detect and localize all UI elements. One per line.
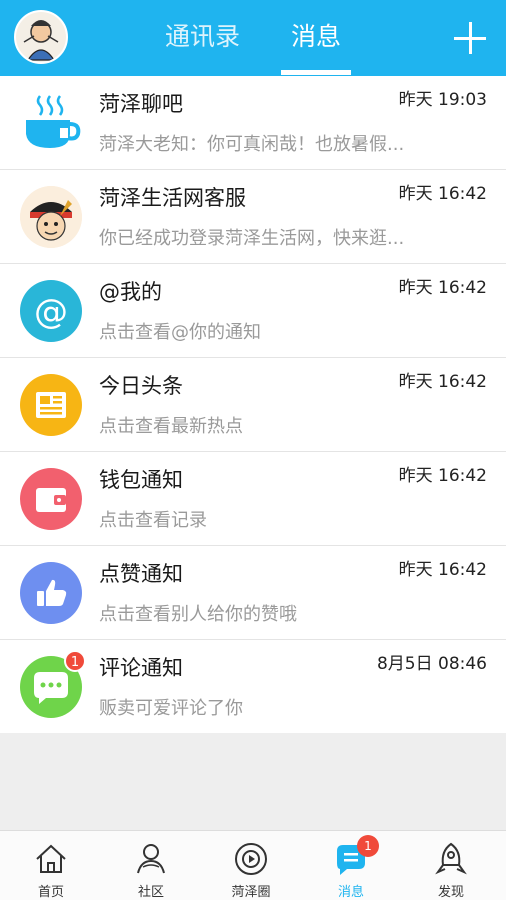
unread-badge: 1: [64, 650, 86, 672]
add-button[interactable]: [452, 20, 488, 56]
list-item[interactable]: 1 评论通知 8月5日 08:46 贩卖可爱评论了你: [0, 640, 506, 733]
circle-icon: [235, 843, 267, 875]
list-item[interactable]: 今日头条 昨天 16:42 点击查看最新热点: [0, 358, 506, 452]
thumbs-up-icon: [20, 562, 82, 624]
item-preview: 点击查看记录: [99, 510, 207, 531]
avatar: [20, 186, 82, 248]
nav-label: 消息: [337, 885, 364, 900]
item-time: 昨天 16:42: [398, 184, 487, 204]
nav-discover[interactable]: 发现: [411, 837, 491, 900]
nav-label: 社区: [137, 885, 164, 900]
item-preview: 菏泽大老知：你可真闲哉！也放暑假...: [99, 134, 405, 155]
item-title: 评论通知: [99, 656, 183, 680]
nav-unread-badge: 1: [357, 835, 379, 857]
top-bar: 通讯录 消息: [0, 0, 506, 76]
nav-circle[interactable]: 菏泽圈: [211, 837, 291, 900]
tab-contacts[interactable]: 通讯录: [165, 20, 240, 54]
item-time: 昨天 16:42: [398, 466, 487, 486]
tab-messages[interactable]: 消息: [291, 20, 341, 54]
nav-home[interactable]: 首页: [11, 837, 91, 900]
list-item[interactable]: 菏泽聊吧 昨天 19:03 菏泽大老知：你可真闲哉！也放暑假...: [0, 76, 506, 170]
list-item[interactable]: 钱包通知 昨天 16:42 点击查看记录: [0, 452, 506, 546]
bottom-nav: 首页 社区 菏泽圈 1 消息 发现: [0, 830, 506, 900]
wallet-icon: [20, 468, 82, 530]
newspaper-icon: [20, 374, 82, 436]
list-item[interactable]: 点赞通知 昨天 16:42 点击查看别人给你的赞哦: [0, 546, 506, 640]
item-time: 8月5日 08:46: [376, 654, 487, 674]
nav-messages[interactable]: 1 消息: [311, 835, 391, 900]
user-avatar[interactable]: [14, 10, 68, 64]
item-time: 昨天 16:42: [398, 278, 487, 298]
item-title: 菏泽聊吧: [99, 92, 183, 116]
message-list: 菏泽聊吧 昨天 19:03 菏泽大老知：你可真闲哉！也放暑假... 菏泽生活网客…: [0, 76, 506, 733]
at-sign-icon: @: [20, 280, 82, 342]
nav-label: 首页: [37, 885, 64, 900]
nav-label: 发现: [437, 885, 464, 900]
home-icon: [36, 844, 66, 873]
nav-community[interactable]: 社区: [111, 837, 191, 900]
item-title: 点赞通知: [99, 562, 183, 586]
item-title: 菏泽生活网客服: [99, 186, 246, 210]
svg-text:@: @: [34, 292, 68, 332]
rocket-icon: [435, 842, 467, 875]
item-preview: 点击查看别人给你的赞哦: [99, 604, 297, 625]
community-icon: [137, 844, 165, 874]
item-preview: 贩卖可爱评论了你: [99, 698, 243, 719]
nav-label: 菏泽圈: [231, 885, 271, 900]
active-tab-indicator: [281, 70, 351, 75]
item-title: @我的: [99, 280, 162, 304]
item-title: 今日头条: [99, 374, 183, 398]
item-time: 昨天 19:03: [398, 90, 487, 110]
list-item[interactable]: @ @我的 昨天 16:42 点击查看@你的通知: [0, 264, 506, 358]
item-preview: 点击查看@你的通知: [99, 322, 261, 343]
item-preview: 点击查看最新热点: [99, 416, 243, 437]
item-preview: 你已经成功登录菏泽生活网，快来逛...: [99, 228, 405, 249]
item-time: 昨天 16:42: [398, 372, 487, 392]
item-time: 昨天 16:42: [398, 560, 487, 580]
item-title: 钱包通知: [99, 468, 183, 492]
list-item[interactable]: 菏泽生活网客服 昨天 16:42 你已经成功登录菏泽生活网，快来逛...: [0, 170, 506, 264]
coffee-cup-icon: [20, 92, 82, 154]
